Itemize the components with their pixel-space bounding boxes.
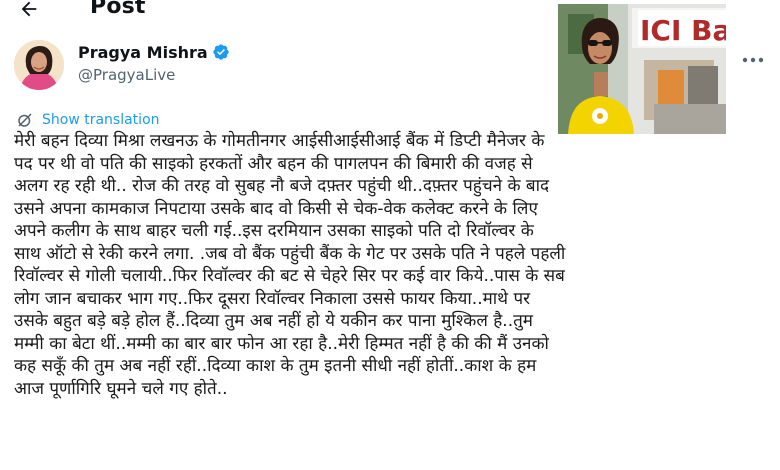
- verified-badge-icon: [212, 44, 229, 60]
- translate-icon: [18, 113, 32, 127]
- show-translation-label: Show translation: [42, 112, 160, 128]
- author-name[interactable]: Pragya Mishra: [78, 43, 230, 62]
- post-text-line: उसने अपना कामकाज निपटाया उसके बाद वो किस…: [14, 198, 538, 219]
- post-text-line: मेरी बहन दिव्या मिश्रा लखनऊ के गोमतीनगर …: [14, 131, 545, 151]
- more-horizontal-icon: [742, 57, 764, 63]
- post-text-line: अपने कलीग के साथ बाहर चली गई..इस दरमियान…: [14, 221, 534, 241]
- post-text-line: कह सकूँ की तुम अब नहीं रहीं..दिव्या काश …: [14, 356, 537, 376]
- post-text-line: आज पूर्णागिरि घूमने चले गए होते..: [14, 378, 228, 399]
- top-bar: Post: [0, 0, 560, 24]
- avatar[interactable]: [14, 40, 64, 90]
- post-page: Post Pragya Mishra @PragyaLive ICI Ba Sh…: [0, 0, 780, 470]
- post-text-line: साथ ऑटो से रेकी करने लगा. .जब वो बैंक पह…: [14, 243, 566, 264]
- post-text-line: उसके बहुत बड़े बड़े होल हैं..दिव्या तुम …: [14, 311, 533, 331]
- show-translation-link[interactable]: Show translation: [16, 110, 160, 130]
- attached-photo[interactable]: ICI Ba: [558, 4, 726, 134]
- post-text-line: अलग रह रही थी.. रोज की तरह वो सुबह नौ बज…: [14, 176, 550, 196]
- author-name-text: Pragya Mishra: [78, 43, 208, 62]
- more-options-button[interactable]: [735, 50, 771, 70]
- back-button[interactable]: [16, 0, 42, 22]
- post-text: मेरी बहन दिव्या मिश्रा लखनऊ के गोमतीनगर …: [14, 130, 774, 400]
- post-text-line: पद पर थी वो पति की साइको हरकतों और बहन क…: [14, 153, 533, 174]
- post-text-line: लोग जान बचाकर भाग गए..फिर दूसरा रिवॉल्वर…: [14, 288, 531, 309]
- page-title: Post: [90, 0, 146, 19]
- post-text-line: रिवॉल्वर से गोली चलायी..फिर रिवॉल्वर की …: [14, 266, 565, 286]
- arrow-left-icon: [21, 1, 37, 17]
- post-text-line: मम्मी का बेटा थीं..मम्मी का बार बार फोन …: [14, 333, 549, 354]
- author-row: Pragya Mishra @PragyaLive: [14, 40, 534, 92]
- bank-sign-text: ICI Ba: [640, 14, 726, 47]
- author-handle[interactable]: @PragyaLive: [78, 66, 175, 84]
